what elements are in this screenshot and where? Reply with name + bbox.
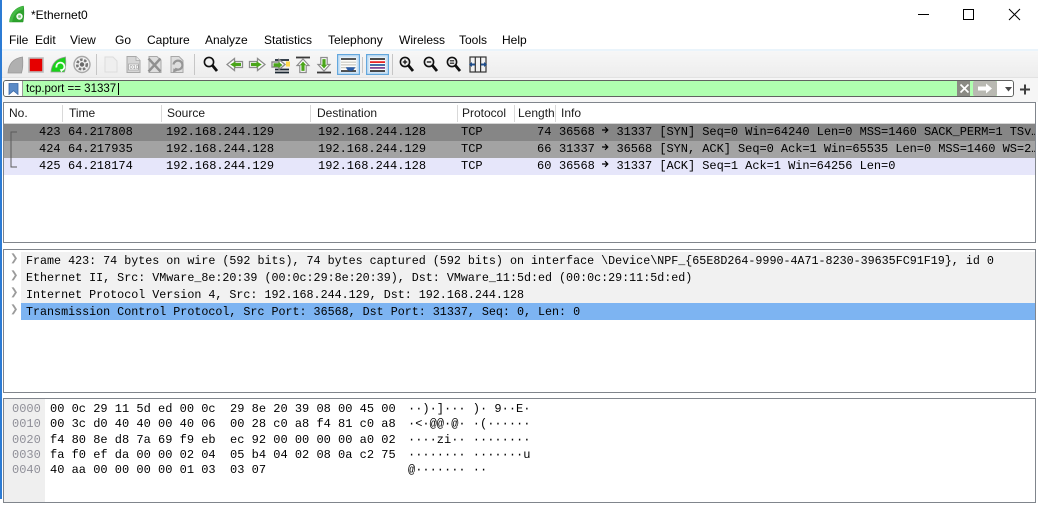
svg-text:010: 010	[130, 65, 139, 71]
